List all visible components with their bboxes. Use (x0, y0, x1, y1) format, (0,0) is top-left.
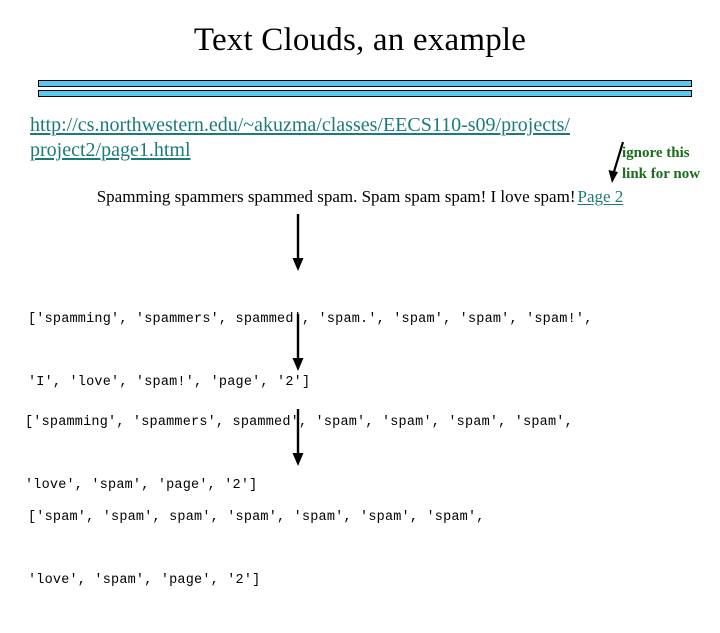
title-divider (38, 80, 692, 97)
slide-canvas: Text Clouds, an example http://cs.northw… (0, 0, 720, 588)
page-2-link[interactable]: Page 2 (575, 187, 623, 206)
source-url-line-1[interactable]: http://cs.northwestern.edu/~akuzma/class… (30, 113, 590, 138)
token-list-stemmed-line-1: ['spam', 'spam', spam', 'spam', 'spam', … (28, 510, 485, 525)
token-list-stemmed: ['spam', 'spam', spam', 'spam', 'spam', … (28, 465, 485, 633)
down-arrow-icon (292, 314, 304, 371)
example-sentence: Spamming spammers spammed spam. Spam spa… (0, 186, 720, 208)
token-list-stemmed-line-2: 'love', 'spam', 'page', '2'] (28, 573, 261, 588)
down-arrow-icon (292, 409, 304, 466)
down-arrow-icon (292, 214, 304, 271)
page-title: Text Clouds, an example (193, 22, 527, 58)
annotation-line-2: link for now (622, 166, 701, 182)
annotation-line-1: ignore this (622, 145, 690, 161)
divider-bar-bottom (38, 90, 692, 97)
annotation-ignore-link: ignore this link for now (622, 143, 720, 185)
example-sentence-text: Spamming spammers spammed spam. Spam spa… (96, 187, 576, 206)
source-url-link[interactable]: http://cs.northwestern.edu/~akuzma/class… (30, 113, 590, 163)
source-url-line-2[interactable]: project2/page1.html (30, 138, 590, 163)
divider-bar-top (38, 80, 692, 87)
token-list-raw-line-1: ['spamming', 'spammers', spammed', 'spam… (28, 312, 593, 327)
